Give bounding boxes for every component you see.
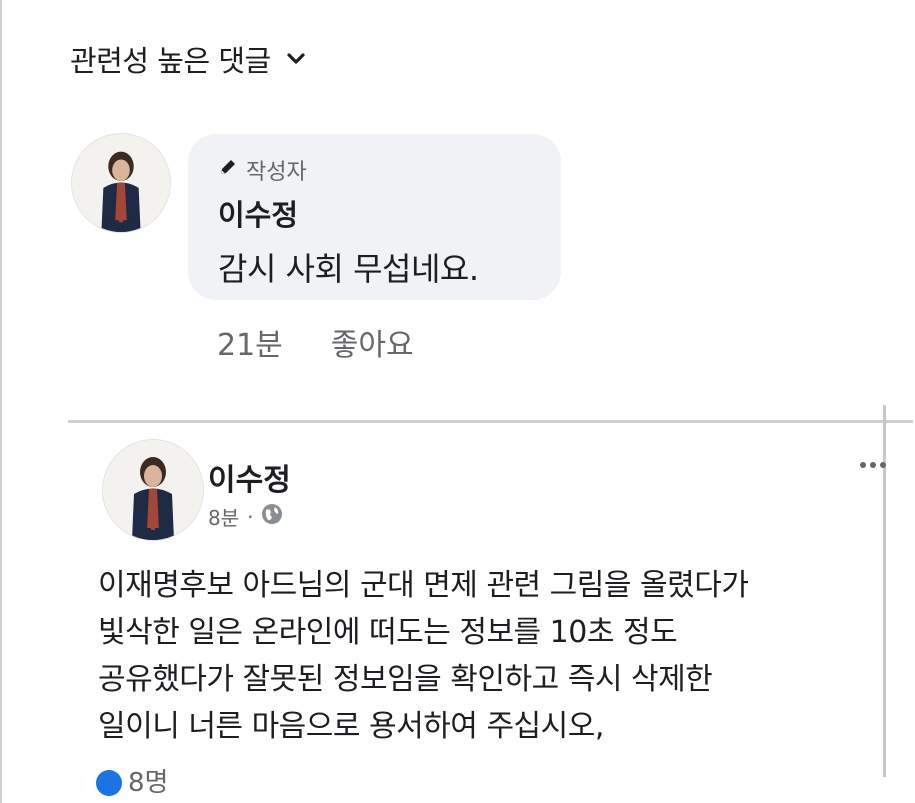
- post-right-border: [883, 405, 886, 777]
- post-author-name[interactable]: 이수정: [208, 455, 291, 499]
- comment-timestamp[interactable]: 21분: [217, 320, 283, 364]
- post-body-line: 일이니 너른 마음으로 용서하여 주십시오,: [98, 709, 604, 744]
- dot: [870, 462, 876, 468]
- pencil-icon: [218, 157, 238, 183]
- like-button[interactable]: 좋아요: [331, 320, 414, 364]
- post-avatar[interactable]: [103, 440, 203, 540]
- meta-separator: ·: [247, 504, 254, 529]
- post-body-line: 공유했다가 잘못된 정보임을 확인하고 즉시 삭제한: [98, 662, 713, 697]
- comment-actions: 21분 좋아요: [217, 320, 414, 364]
- comment-sort-dropdown[interactable]: 관련성 높은 댓글: [70, 38, 307, 80]
- comment-text: 감시 사회 무섭네요.: [218, 250, 479, 288]
- post-timestamp[interactable]: 8분: [208, 502, 239, 531]
- comment-bubble: 작성자 이수정 감시 사회 무섭네요.: [188, 134, 561, 300]
- like-reaction-icon: [96, 770, 122, 796]
- comment-author-name[interactable]: 이수정: [218, 192, 561, 234]
- post-body: 이재명후보 아드님의 군대 면제 관련 그림을 올렸다가 빛삭한 일은 온라인에…: [98, 562, 868, 750]
- left-border: [0, 0, 2, 803]
- post-body-line: 빛삭한 일은 온라인에 떠도는 정보를 10초 정도: [98, 615, 678, 650]
- more-options-button[interactable]: [860, 462, 886, 468]
- dot: [880, 462, 886, 468]
- comment-avatar[interactable]: [72, 134, 170, 232]
- reaction-count: 8명: [128, 768, 169, 798]
- post-divider: [68, 420, 913, 423]
- author-badge-label: 작성자: [246, 160, 307, 185]
- post-meta: 8분 ·: [208, 502, 283, 531]
- post-body-line: 이재명후보 아드님의 군대 면제 관련 그림을 올렸다가: [98, 568, 749, 603]
- dot: [860, 462, 866, 468]
- sort-label: 관련성 높은 댓글: [70, 44, 271, 78]
- author-badge: 작성자: [218, 154, 561, 186]
- globe-icon: [261, 503, 283, 530]
- chevron-down-icon: [285, 48, 307, 70]
- reaction-summary[interactable]: 8명: [96, 768, 168, 803]
